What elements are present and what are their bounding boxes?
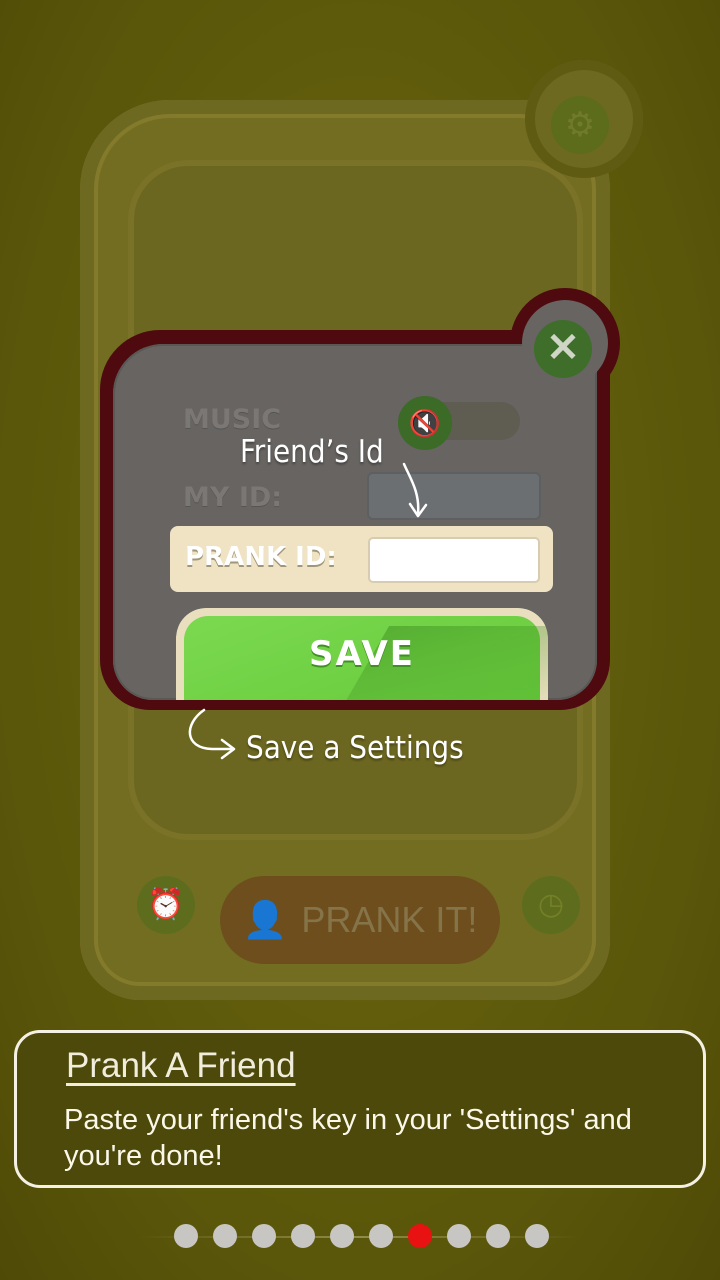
save-settings-annotation: Save a Settings bbox=[246, 730, 464, 766]
alarm-clock-icon[interactable]: ⏰ bbox=[137, 876, 195, 934]
friend-id-arrow-icon bbox=[402, 462, 428, 518]
tutorial-title: Prank A Friend bbox=[66, 1046, 296, 1085]
pager-dot[interactable] bbox=[330, 1224, 354, 1248]
close-icon[interactable]: ✕ bbox=[534, 320, 592, 378]
pager-dot[interactable] bbox=[486, 1224, 510, 1248]
prank-id-field[interactable] bbox=[368, 537, 540, 583]
my-id-field[interactable] bbox=[367, 472, 541, 520]
friend-id-annotation: Friend’s Id bbox=[240, 434, 384, 470]
person-icon: 👤 bbox=[242, 899, 288, 940]
pager-dot[interactable] bbox=[213, 1224, 237, 1248]
pager-dot[interactable] bbox=[525, 1224, 549, 1248]
settings-gear-icon[interactable]: ⚙ bbox=[551, 96, 609, 154]
save-label: SAVE bbox=[308, 634, 416, 674]
prank-id-label: PRANK ID: bbox=[185, 542, 337, 572]
save-button[interactable]: SAVE bbox=[176, 608, 548, 700]
pager-dot[interactable] bbox=[447, 1224, 471, 1248]
pager-dots bbox=[174, 1224, 549, 1248]
music-label: MUSIC bbox=[183, 404, 282, 435]
pager-dot[interactable] bbox=[369, 1224, 393, 1248]
save-settings-arrow-icon bbox=[188, 708, 236, 760]
pager-dot[interactable] bbox=[252, 1224, 276, 1248]
prank-it-label: PRANK IT! bbox=[301, 899, 478, 940]
mute-speaker-icon[interactable]: 🔇 bbox=[398, 396, 452, 450]
tutorial-body: Paste your friend's key in your 'Setting… bbox=[64, 1104, 632, 1172]
prank-it-button[interactable]: 👤 PRANK IT! bbox=[220, 876, 500, 964]
pager-dot-active[interactable] bbox=[408, 1224, 432, 1248]
pager-dot[interactable] bbox=[291, 1224, 315, 1248]
my-id-label: MY ID: bbox=[183, 482, 283, 513]
pager-dot[interactable] bbox=[174, 1224, 198, 1248]
timer-icon[interactable]: ◷ bbox=[522, 876, 580, 934]
